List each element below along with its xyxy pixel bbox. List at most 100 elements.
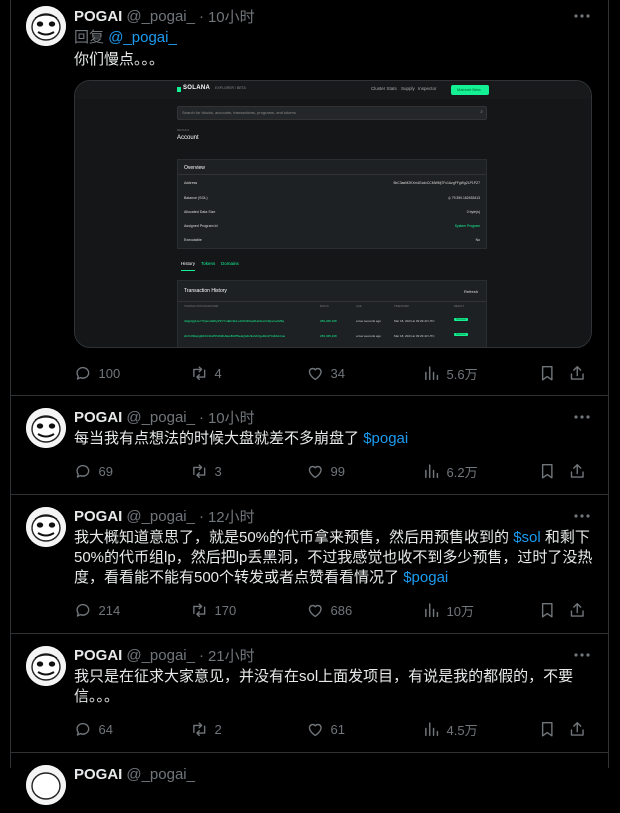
- refresh-button[interactable]: Refresh: [464, 289, 478, 294]
- tx-signature[interactable]: 4xkjpQg1zeY7QemaWbyP4VYxdEC9u1uJL6hhRwpZ…: [184, 319, 312, 323]
- nav-inspector[interactable]: Inspector: [418, 86, 437, 91]
- display-name[interactable]: POGAI: [74, 508, 122, 525]
- tweet[interactable]: POGAI @_pogai_ · 12小时 我大概知道意思了，就是50%的代币拿…: [10, 495, 608, 634]
- row-value-address[interactable]: 5bC3aeM2KXm1EcdxCCMWMj7Fc1AzgFFgWg2LP1PZ…: [394, 181, 481, 185]
- display-name[interactable]: POGAI: [74, 766, 122, 783]
- separator-dot: ·: [198, 646, 204, 664]
- tx-block[interactable]: 256,345,168: [320, 334, 337, 338]
- reply-button[interactable]: 69: [74, 462, 113, 481]
- retweet-button[interactable]: 4: [190, 364, 222, 383]
- tweet[interactable]: POGAI @_pogai_ · 10小时 回复 @_pogai_ 你们慢点。。…: [10, 0, 608, 396]
- share-button[interactable]: [568, 720, 587, 739]
- tab-history[interactable]: History: [181, 261, 195, 266]
- bookmark-button[interactable]: [538, 462, 557, 481]
- user-handle[interactable]: @_pogai_: [126, 508, 195, 525]
- reply-icon: [76, 722, 90, 736]
- reply-button[interactable]: 214: [74, 601, 120, 620]
- media-image[interactable]: SOLANA EXPLORER / BETA Cluster Stats Sup…: [74, 80, 592, 348]
- views-button[interactable]: 4.5万: [422, 720, 478, 739]
- overview-card: Overview Address 5bC3aeM2KXm1EcdxCCMWMj7…: [177, 159, 487, 249]
- tab-domains[interactable]: Domains: [221, 261, 239, 266]
- tx-signature[interactable]: 2mX4h6wpg9tFbCDuPPHSbKAEwBUP5waQA4U3wVk7…: [184, 334, 312, 338]
- like-button[interactable]: 99: [306, 462, 345, 481]
- column-age: AGE: [356, 305, 362, 308]
- avatar[interactable]: [26, 6, 66, 46]
- share-button[interactable]: [568, 364, 587, 383]
- retweet-button[interactable]: 170: [190, 601, 236, 620]
- tx-block[interactable]: 256,345,168: [320, 319, 337, 323]
- tweet[interactable]: POGAI @_pogai_: [10, 753, 608, 813]
- row-value-program-id[interactable]: System Program: [455, 224, 480, 228]
- retweet-count: 3: [214, 463, 222, 479]
- reply-mention[interactable]: @_pogai_: [108, 29, 177, 46]
- like-icon: [308, 604, 322, 618]
- user-handle[interactable]: @_pogai_: [126, 766, 195, 783]
- tx-result-badge: Success: [454, 318, 468, 321]
- bookmark-icon: [541, 722, 553, 737]
- search-icon: ⌕: [480, 109, 483, 115]
- display-name[interactable]: POGAI: [74, 409, 122, 426]
- display-name[interactable]: POGAI: [74, 8, 122, 25]
- views-button[interactable]: 6.2万: [422, 462, 478, 481]
- reply-button[interactable]: 100: [74, 364, 120, 383]
- row-label-executable: Executable: [184, 238, 202, 242]
- more-button[interactable]: [572, 6, 592, 26]
- tab-tokens[interactable]: Tokens: [201, 261, 215, 266]
- share-button[interactable]: [568, 601, 587, 620]
- user-handle[interactable]: @_pogai_: [126, 8, 195, 25]
- tx-result-badge: Success: [454, 333, 468, 336]
- like-count: 686: [330, 602, 353, 618]
- like-icon: [308, 367, 322, 381]
- tweet[interactable]: POGAI @_pogai_ · 10小时 每当我有点想法的时候大盘就差不多崩盘…: [10, 396, 608, 495]
- timestamp[interactable]: 10小时: [208, 6, 255, 27]
- tweet[interactable]: POGAI @_pogai_ · 21小时 我只是在征求大家意见，并没有在sol…: [10, 634, 608, 753]
- explorer-search-bar[interactable]: Search for blocks, accounts, transaction…: [177, 106, 487, 120]
- bookmark-button[interactable]: [538, 364, 557, 383]
- retweet-icon: [193, 722, 206, 737]
- avatar[interactable]: [26, 646, 66, 686]
- bookmark-button[interactable]: [538, 720, 557, 739]
- like-count: 34: [330, 365, 345, 381]
- tx-age: a few seconds ago: [356, 334, 382, 338]
- tweet-actions: 214 170 686 10万: [74, 601, 596, 621]
- nav-supply[interactable]: Supply: [401, 86, 415, 91]
- timestamp[interactable]: 21小时: [208, 645, 255, 666]
- cashtag-link[interactable]: $sol: [513, 529, 541, 546]
- timestamp[interactable]: 12小时: [208, 506, 255, 527]
- column-timestamp: TIMESTAMP: [394, 305, 409, 308]
- share-button[interactable]: [568, 462, 587, 481]
- share-icon: [570, 366, 584, 380]
- avatar[interactable]: [26, 765, 66, 805]
- timestamp[interactable]: 10小时: [208, 407, 255, 428]
- reply-button[interactable]: 64: [74, 720, 113, 739]
- explorer-search-placeholder: Search for blocks, accounts, transaction…: [182, 110, 296, 115]
- nav-cluster-stats[interactable]: Cluster Stats: [371, 86, 397, 91]
- user-handle[interactable]: @_pogai_: [126, 409, 195, 426]
- views-button[interactable]: 10万: [422, 601, 474, 620]
- bookmark-button[interactable]: [538, 601, 557, 620]
- avatar[interactable]: [26, 408, 66, 448]
- user-handle[interactable]: @_pogai_: [126, 647, 195, 664]
- views-button[interactable]: 5.6万: [422, 364, 478, 383]
- bookmark-icon: [541, 464, 553, 479]
- avatar[interactable]: [26, 507, 66, 547]
- timeline-right-border: [608, 0, 609, 768]
- separator-dot: ·: [198, 507, 204, 525]
- more-button[interactable]: [572, 506, 592, 526]
- like-button[interactable]: 61: [306, 720, 345, 739]
- tweet-text: 每当我有点想法的时候大盘就差不多崩盘了 $pogai: [74, 429, 594, 449]
- like-button[interactable]: 34: [306, 364, 345, 383]
- cashtag-link[interactable]: $pogai: [403, 569, 448, 586]
- separator-dot: ·: [198, 7, 204, 25]
- like-button[interactable]: 686: [306, 601, 352, 620]
- cashtag-link[interactable]: $pogai: [363, 430, 408, 447]
- tweet-text: 我只是在征求大家意见，并没有在sol上面发项目，有说是我的都假的，不要信。。。: [74, 668, 574, 705]
- display-name[interactable]: POGAI: [74, 647, 122, 664]
- avatar-meme-face-icon: [26, 6, 66, 46]
- column-signature: TRANSACTION SIGNATURE: [184, 305, 219, 308]
- more-button[interactable]: [572, 407, 592, 427]
- retweet-button[interactable]: 3: [190, 462, 222, 481]
- retweet-button[interactable]: 2: [190, 720, 222, 739]
- row-label-balance: Balance (SOL): [184, 196, 208, 200]
- more-button[interactable]: [572, 645, 592, 665]
